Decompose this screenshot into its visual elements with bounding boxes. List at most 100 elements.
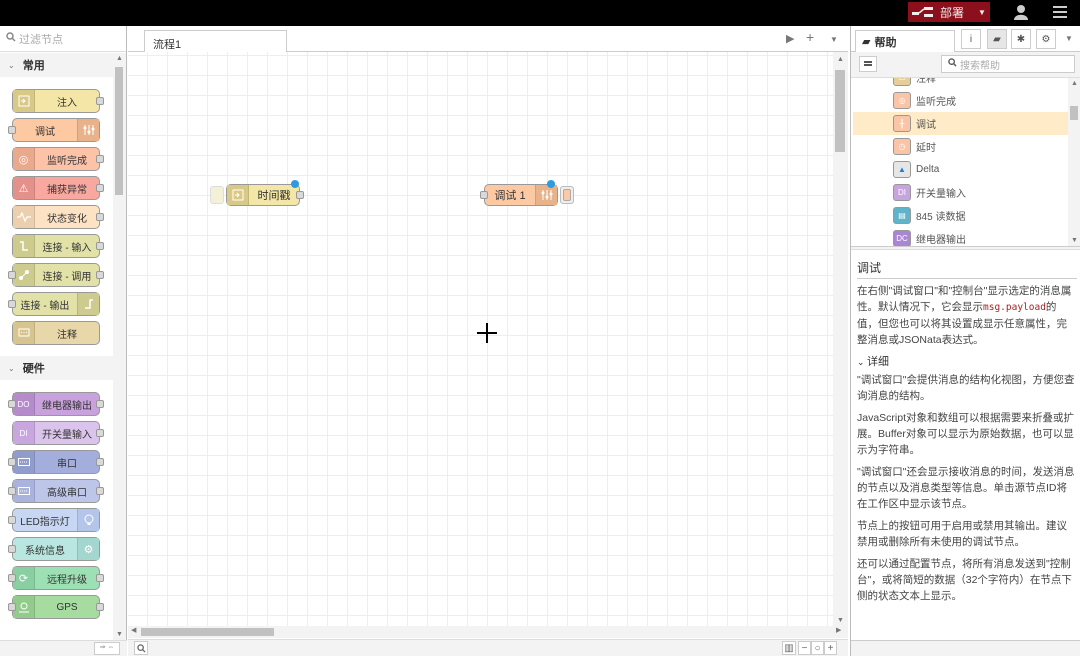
help-search-input[interactable]: 搜索帮助 (941, 55, 1075, 73)
tree-item-selected[interactable]: ╫ 调试 (853, 112, 1068, 135)
scroll-right-icon[interactable]: ▶ (836, 626, 841, 634)
workspace-vertical-scrollbar[interactable]: ▲ ▼ (833, 52, 848, 626)
palette-node-link-out[interactable]: 连接 - 输出 (8, 292, 100, 316)
input-port[interactable] (480, 191, 488, 199)
palette-node-system-info[interactable]: 系统信息 ⚙ (8, 537, 100, 561)
scroll-up-icon[interactable]: ▲ (1071, 80, 1078, 87)
help-node-tree: ▭ 注释 ◎ 监听完成 ╫ 调试 ◷ 延时 ▲ Delta DI 开关量输入 ▤ 845 读数… (853, 78, 1068, 246)
changed-indicator (547, 180, 555, 188)
node-label: 系统信息 (25, 545, 65, 557)
palette-node-inject[interactable]: 注入 (12, 89, 104, 113)
node-label: LED指示灯 (20, 516, 70, 528)
sidebar-splitter[interactable] (851, 246, 1080, 250)
palette-node-link-call[interactable]: 连接 - 调用 (8, 263, 104, 287)
scroll-down-icon[interactable]: ▼ (116, 631, 123, 638)
palette-node-debug[interactable]: 调试 (8, 118, 100, 142)
zoom-in-button[interactable]: + (824, 641, 837, 655)
deploy-button[interactable]: 部署 ▼ (908, 2, 990, 22)
tree-item[interactable]: ◎ 监听完成 (853, 89, 1068, 112)
toggle-tree-button[interactable] (859, 56, 877, 72)
help-tab-button[interactable]: ▰ (987, 29, 1007, 49)
tree-item[interactable]: DI 开关量输入 (853, 181, 1068, 204)
chevron-down-icon[interactable]: ▼ (974, 8, 990, 17)
input-port (8, 126, 16, 134)
chevron-down-icon[interactable]: ▼ (1065, 34, 1073, 43)
debug-toggle-button[interactable] (560, 186, 574, 204)
output-port (96, 242, 104, 250)
sidebar: ▰ 帮助 i ▰ ✱ ⚙ ▼ 搜索帮助 ▭ 注释 ◎ 监听完成 ╫ 调试 ◷ 延时 ▲ D… (850, 26, 1080, 656)
alert-icon: ⚠ (13, 177, 35, 199)
help-paragraph: JavaScript对象和数组可以根据需要来折叠或扩展。Buffer对象可以显示… (857, 412, 1075, 456)
palette-node-comment[interactable]: 注释 (12, 321, 100, 345)
palette-node-relay-output[interactable]: DO 继电器输出 (8, 392, 104, 416)
palette-node-complete[interactable]: ◎ 监听完成 (12, 147, 104, 171)
inject-icon (13, 90, 35, 112)
search-icon (6, 32, 16, 45)
palette-filter-input[interactable]: 过滤节点 (0, 26, 126, 52)
bug-icon: ✱ (1016, 33, 1026, 45)
serial-icon (13, 451, 35, 473)
help-paragraph: "调试窗口"还会显示接收消息的时间，发送消息的节点以及消息类型等信息。单击源节点… (857, 466, 1075, 510)
chevron-down-icon: ⌄ (8, 363, 15, 373)
node-label: 状态变化 (47, 213, 87, 225)
collapse-expand-buttons[interactable]: ⇒ ⇔ (94, 642, 120, 655)
scroll-up-icon[interactable]: ▲ (837, 56, 844, 63)
chevron-down-icon[interactable]: ▼ (830, 35, 838, 44)
palette-node-gps[interactable]: GPS (8, 595, 104, 619)
debug-tab-button[interactable]: ✱ (1011, 29, 1031, 49)
zoom-out-button[interactable]: − (798, 641, 811, 655)
inject-trigger-button[interactable] (210, 186, 224, 204)
input-port (8, 603, 16, 611)
palette-category-common[interactable]: ⌄ 常用 (0, 53, 113, 77)
tree-item[interactable]: ▭ 注释 (853, 78, 1068, 89)
palette: 过滤节点 ⌄ 常用 注入 调试 ◎ 监听完成 ⚠ 捕获异常 状态变化 连接 - … (0, 26, 127, 640)
scroll-down-icon[interactable]: ▼ (1071, 237, 1078, 244)
scrollbar-thumb[interactable] (141, 628, 274, 636)
menu-icon[interactable] (1052, 4, 1068, 20)
user-icon[interactable] (1012, 3, 1030, 21)
palette-node-status[interactable]: 状态变化 (12, 205, 104, 229)
tree-item[interactable]: ▤ 845 读数据 (853, 204, 1068, 227)
workspace-horizontal-scrollbar[interactable]: ◀ ▶ (128, 626, 848, 638)
palette-category-hardware[interactable]: ⌄ 硬件 (0, 356, 113, 380)
tab-help[interactable]: ▰ 帮助 (855, 30, 955, 52)
scroll-up-icon[interactable]: ▲ (116, 55, 123, 62)
tree-item[interactable]: ◷ 延时 (853, 135, 1068, 158)
details-heading[interactable]: ⌄ 详细 (857, 354, 1077, 370)
config-tab-button[interactable]: ⚙ (1036, 29, 1056, 49)
scroll-left-icon[interactable]: ◀ (131, 626, 136, 634)
palette-node-link-in[interactable]: 连接 - 输入 (12, 234, 104, 258)
scroll-down-icon[interactable]: ▼ (837, 617, 844, 624)
palette-node-serial[interactable]: 串口 (8, 450, 104, 474)
comment-icon: ▭ (893, 78, 911, 86)
output-port[interactable] (296, 191, 304, 199)
serial-advanced-icon (13, 480, 35, 502)
flow-node-debug1[interactable]: 调试 1 (480, 180, 558, 206)
tree-scrollbar[interactable]: ▲ ▼ (1068, 78, 1080, 246)
scrollbar-thumb[interactable] (115, 67, 123, 195)
tree-item[interactable]: DC 继电器输出 (853, 227, 1068, 246)
palette-node-catch[interactable]: ⚠ 捕获异常 (12, 176, 104, 200)
palette-node-digital-input[interactable]: DI 开关量输入 (12, 421, 104, 445)
palette-node-led[interactable]: LED指示灯 (8, 508, 100, 532)
palette-scrollbar[interactable]: ▲ ▼ (113, 53, 126, 640)
comment-icon (13, 322, 35, 344)
play-icon[interactable]: ▶ (786, 32, 794, 45)
flow-node-timestamp[interactable]: 时间戳 (226, 180, 304, 206)
scrollbar-thumb[interactable] (835, 70, 845, 152)
info-tab-button[interactable]: i (961, 29, 981, 49)
add-tab-icon[interactable]: + (806, 29, 814, 45)
palette-node-serial-advanced[interactable]: 高级串口 (8, 479, 104, 503)
palette-node-remote-upgrade[interactable]: ⟳ 远程升级 (8, 566, 104, 590)
di-icon: DI (13, 422, 35, 444)
book-icon: ▰ (993, 33, 1001, 45)
scrollbar-thumb[interactable] (1070, 106, 1078, 120)
navigator-map-icon[interactable]: ▥ (782, 641, 796, 655)
inject-icon (227, 185, 249, 205)
zoom-reset-button[interactable]: ○ (811, 641, 824, 655)
tab-flow1[interactable]: 流程1 (144, 30, 287, 52)
tree-item[interactable]: ▲ Delta (853, 158, 1068, 181)
search-flows-icon[interactable] (134, 641, 148, 655)
node-label: GPS (56, 601, 78, 613)
category-label: 硬件 (22, 363, 45, 375)
